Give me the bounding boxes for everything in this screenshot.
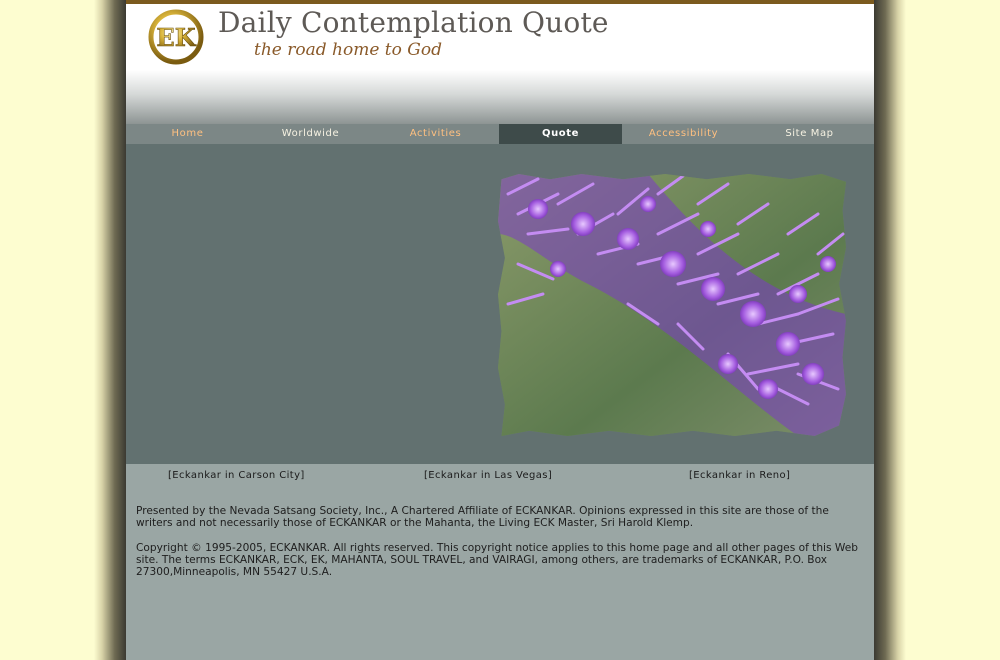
- content-area: [126, 144, 874, 464]
- header: EK Daily Contemplation Quote the road ho…: [126, 4, 874, 124]
- nav-worldwide[interactable]: Worldwide: [249, 124, 372, 144]
- right-shadow: [874, 0, 906, 660]
- nav-home[interactable]: Home: [126, 124, 249, 144]
- disclaimer-text: Presented by the Nevada Satsang Society,…: [136, 505, 829, 529]
- link-reno[interactable]: [Eckankar in Reno]: [689, 470, 790, 481]
- main-nav: Home Worldwide Activities Quote Accessib…: [126, 124, 874, 144]
- purple-flower-photo: [498, 174, 846, 436]
- logo-text: EK: [156, 23, 196, 52]
- location-links: [Eckankar in Carson City] [Eckankar in L…: [126, 470, 874, 484]
- copyright-text: Copyright © 1995-2005, ECKANKAR. All rig…: [136, 542, 858, 578]
- nav-quote[interactable]: Quote: [499, 124, 622, 144]
- link-las-vegas[interactable]: [Eckankar in Las Vegas]: [424, 470, 552, 481]
- left-shadow: [94, 0, 126, 660]
- link-carson-city[interactable]: [Eckankar in Carson City]: [168, 470, 305, 481]
- page-container: EK Daily Contemplation Quote the road ho…: [126, 0, 874, 660]
- nav-activities[interactable]: Activities: [372, 124, 499, 144]
- nav-site-map[interactable]: Site Map: [745, 124, 874, 144]
- site-title: Daily Contemplation Quote: [218, 6, 609, 39]
- site-tagline: the road home to God: [254, 40, 442, 60]
- nav-accessibility[interactable]: Accessibility: [622, 124, 745, 144]
- eckankar-logo-icon[interactable]: EK: [148, 9, 204, 65]
